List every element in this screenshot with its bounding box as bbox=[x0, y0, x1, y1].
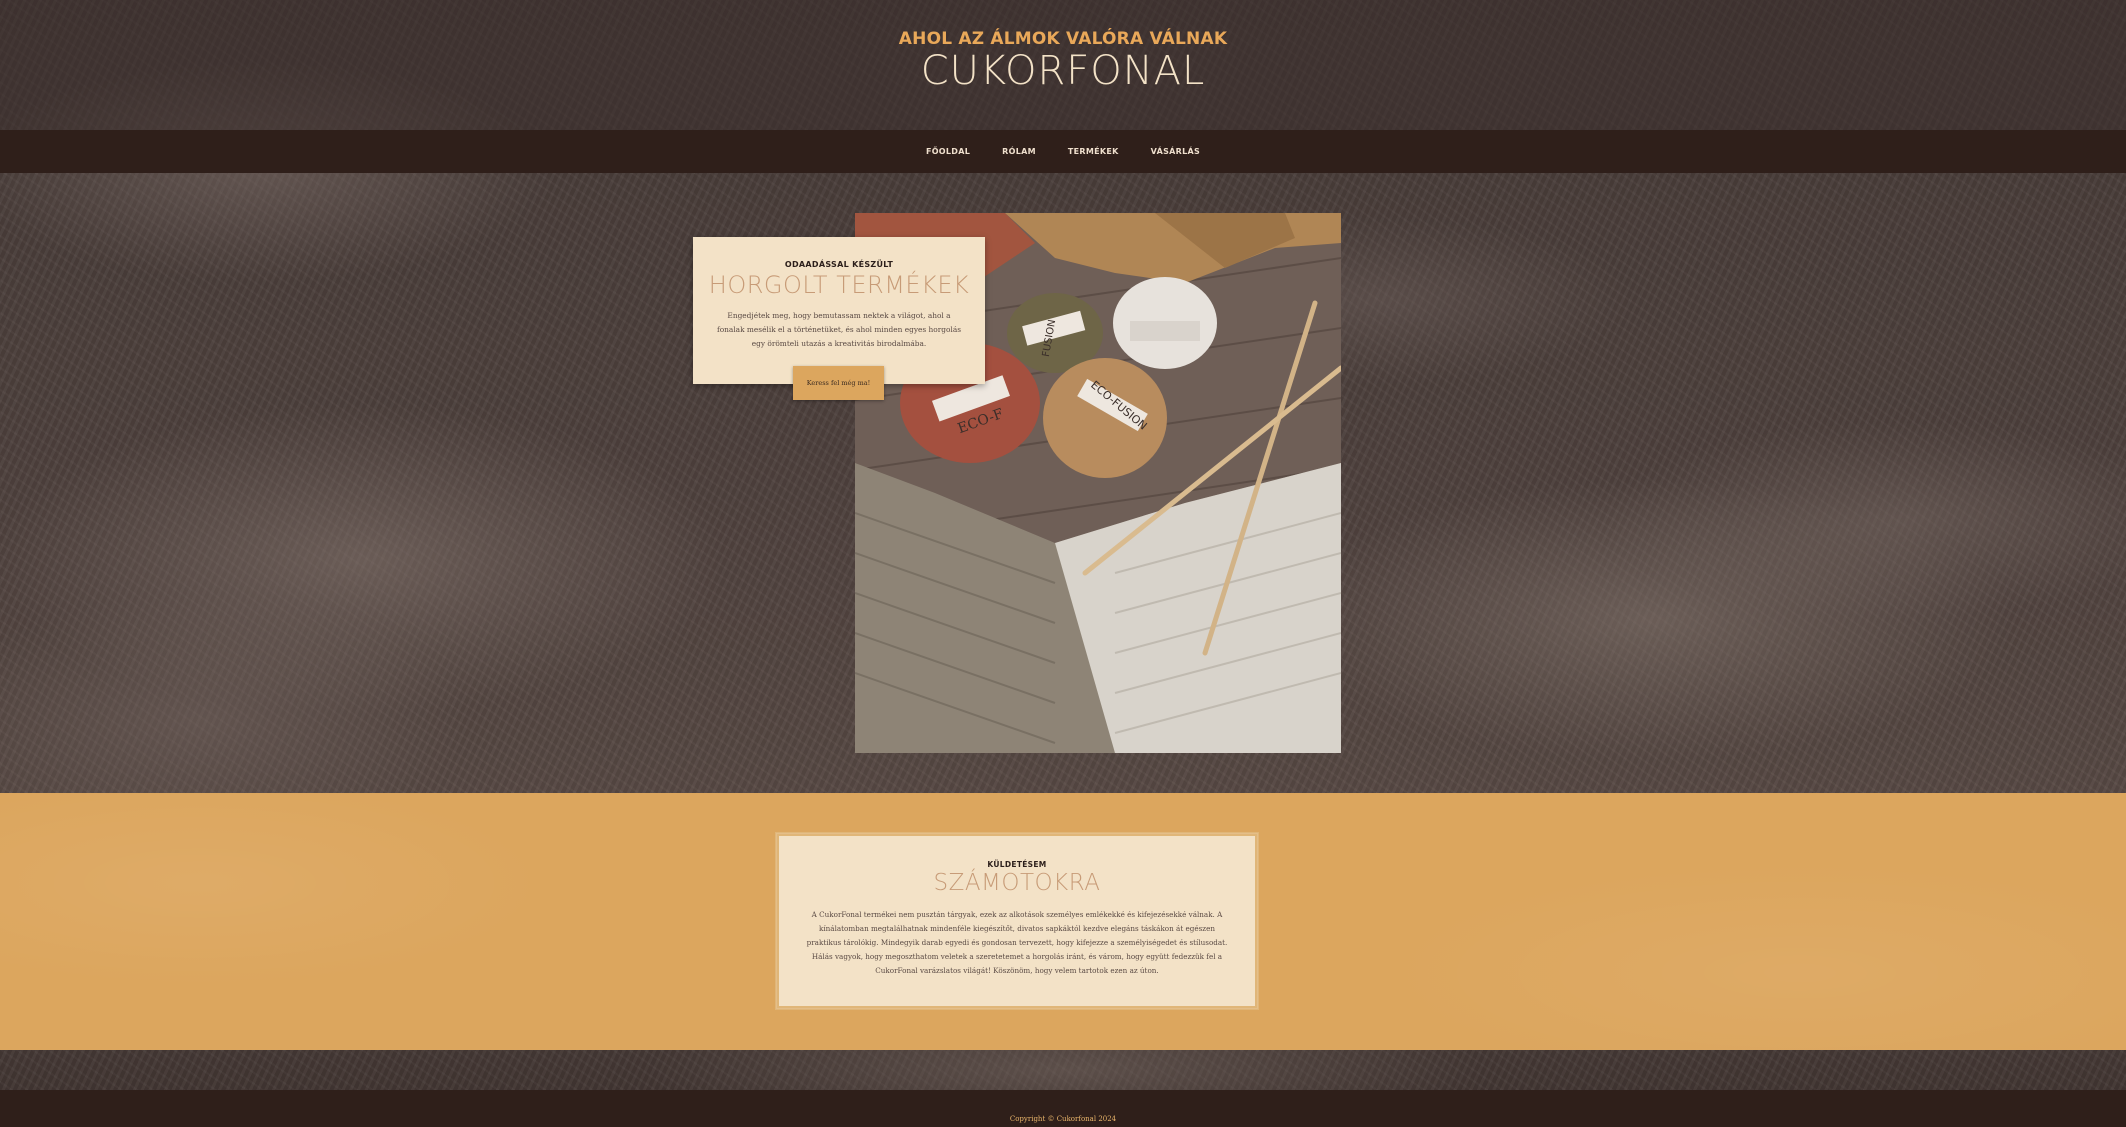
footer-copyright: Copyright © Cukorfonal 2024 bbox=[1009, 1115, 1117, 1123]
nav-item-rolam[interactable]: RÓLAM bbox=[986, 147, 1052, 156]
site-footer: Copyright © Cukorfonal 2024 bbox=[0, 1090, 2126, 1127]
main-nav: FŐOLDAL RÓLAM TERMÉKEK VÁSÁRLÁS bbox=[0, 130, 2126, 173]
site-header: AHOL AZ ÁLMOK VALÓRA VÁLNAK CUKORFONAL bbox=[0, 0, 2126, 130]
hero-kicker: ODAADÁSSAL KÉSZÜLT bbox=[784, 260, 894, 269]
mission-description: A CukorFonal termékei nem pusztán tárgya… bbox=[806, 910, 1228, 975]
hero-heading: HORGOLT TERMÉKEK bbox=[708, 271, 970, 299]
hero-card: ODAADÁSSAL KÉSZÜLT HORGOLT TERMÉKEK Enge… bbox=[693, 237, 985, 384]
mission-kicker: KÜLDETÉSEM bbox=[987, 860, 1047, 869]
nav-item-fooldal[interactable]: FŐOLDAL bbox=[910, 147, 986, 156]
mission-heading: SZÁMOTOKRA bbox=[933, 870, 1101, 896]
mission-card: KÜLDETÉSEM SZÁMOTOKRA A CukorFonal termé… bbox=[776, 833, 1258, 1009]
site-tagline: AHOL AZ ÁLMOK VALÓRA VÁLNAK bbox=[898, 29, 1228, 49]
contact-cta-button[interactable]: Keress fel még ma! bbox=[793, 366, 884, 400]
site-title[interactable]: CUKORFONAL bbox=[0, 48, 2126, 94]
hero-description: Engedjétek meg, hogy bemutassam nektek a… bbox=[716, 311, 962, 348]
nav-item-vasarlas[interactable]: VÁSÁRLÁS bbox=[1135, 147, 1216, 156]
nav-item-termekek[interactable]: TERMÉKEK bbox=[1052, 147, 1135, 156]
